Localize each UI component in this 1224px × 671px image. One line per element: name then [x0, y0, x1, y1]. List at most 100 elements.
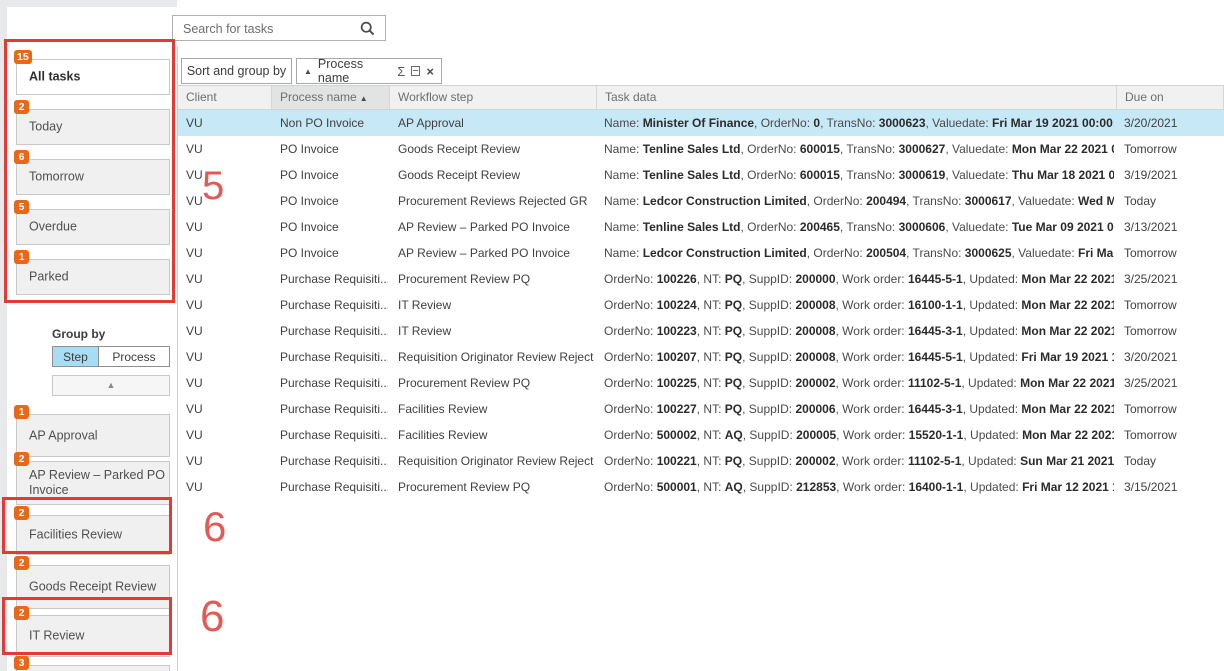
- cell-due-on: Tomorrow: [1124, 136, 1216, 162]
- card-label: AP Review – Parked PO Invoice: [29, 468, 169, 498]
- table-row[interactable]: VUPurchase Requisiti...IT ReviewOrderNo:…: [178, 318, 1224, 344]
- sidebar-step-ap-review-parked-po-invoice[interactable]: 2AP Review – Parked PO Invoice: [16, 461, 170, 505]
- count-badge: 15: [14, 50, 32, 64]
- table-row[interactable]: VUPurchase Requisiti...Procurement Revie…: [178, 474, 1224, 500]
- cell-workflow-step: Procurement Review PQ: [398, 370, 594, 396]
- table-row[interactable]: VUPurchase Requisiti...Facilities Review…: [178, 396, 1224, 422]
- table-row[interactable]: VUPO InvoiceAP Review – Parked PO Invoic…: [178, 214, 1224, 240]
- cell-workflow-step: AP Review – Parked PO Invoice: [398, 240, 594, 266]
- sigma-aggregate-icon[interactable]: Σ: [397, 64, 405, 79]
- window-edge-top: [0, 0, 177, 7]
- table-row[interactable]: VUPO InvoiceGoods Receipt ReviewName: Te…: [178, 136, 1224, 162]
- card-label: All tasks: [29, 70, 80, 85]
- cell-workflow-step: Goods Receipt Review: [398, 162, 594, 188]
- column-header-workflow-step[interactable]: Workflow step: [390, 86, 597, 109]
- cell-task-data: OrderNo: 100225, NT: PQ, SuppID: 200002,…: [604, 370, 1114, 396]
- sidebar-filter-all-tasks[interactable]: 15All tasks: [16, 59, 170, 95]
- card-label: Today: [29, 120, 62, 135]
- column-header-client[interactable]: Client: [178, 86, 272, 109]
- cell-due-on: Tomorrow: [1124, 396, 1216, 422]
- sidebar-step-goods-receipt-review[interactable]: 2Goods Receipt Review: [16, 565, 170, 609]
- sidebar-step-ap-approval[interactable]: 1AP Approval: [16, 414, 170, 457]
- cell-process-name: PO Invoice: [280, 240, 388, 266]
- sidebar: 15All tasks2Today6Tomorrow5Overdue1Parke…: [7, 7, 172, 671]
- card-label: Parked: [29, 270, 69, 285]
- group-by-toggle: Step Process: [52, 346, 170, 367]
- table-row[interactable]: VU PO Invoice AP Review – Parked PO Invoic…: [178, 240, 1224, 266]
- cell-workflow-step: AP Approval: [398, 110, 594, 136]
- cell-task-data: Name: Tenline Sales Ltd, OrderNo: 600015…: [604, 136, 1114, 162]
- toggle-option-process[interactable]: Process: [98, 347, 169, 366]
- cell-client: VU: [186, 292, 270, 318]
- sidebar-filter-parked[interactable]: 1Parked: [16, 259, 170, 295]
- cell-task-data: Name: Ledcor Construction Limited, Order…: [604, 188, 1114, 214]
- table-row[interactable]: VU Purchase Requisiti... Requisition Origi…: [178, 448, 1224, 474]
- cell-client: VU: [186, 370, 270, 396]
- sidebar-step-partial[interactable]: 3: [16, 665, 170, 671]
- cell-process-name: PO Invoice: [280, 136, 388, 162]
- sidebar-filter-tomorrow[interactable]: 6Tomorrow: [16, 159, 170, 195]
- cell-workflow-step: IT Review: [398, 292, 594, 318]
- search-input[interactable]: [181, 18, 355, 40]
- cell-task-data: OrderNo: 500002, NT: AQ, SuppID: 200005,…: [604, 422, 1114, 448]
- cell-task-data: OrderNo: 100207, NT: PQ, SuppID: 200008,…: [604, 344, 1114, 370]
- table-row[interactable]: VUPurchase Requisiti...Procurement Revie…: [178, 370, 1224, 396]
- cell-process-name: Purchase Requisiti...: [280, 448, 388, 474]
- column-header-due-on[interactable]: Due on: [1117, 86, 1224, 109]
- cell-process-name: Purchase Requisiti...: [280, 292, 388, 318]
- cell-due-on: Tomorrow: [1124, 318, 1216, 344]
- table-row[interactable]: VUPurchase Requisiti...Facilities Review…: [178, 422, 1224, 448]
- cell-process-name: Purchase Requisiti...: [280, 266, 388, 292]
- cell-task-data: Name: Tenline Sales Ltd, OrderNo: 600015…: [604, 162, 1114, 188]
- count-badge: 2: [14, 506, 29, 520]
- card-label: Facilities Review: [29, 528, 122, 543]
- cell-due-on: Tomorrow: [1124, 292, 1216, 318]
- chevron-up-icon: ▲: [107, 380, 116, 390]
- table-row[interactable]: VUPurchase Requisiti...Requisition Origi…: [178, 344, 1224, 370]
- sort-and-group-button[interactable]: Sort and group by: [181, 58, 292, 84]
- cell-due-on: Tomorrow: [1124, 422, 1216, 448]
- cell-workflow-step: Requisition Originator Review Rejecti...: [398, 448, 594, 474]
- table-header: ClientProcess name▲Workflow stepTask dat…: [178, 85, 1224, 110]
- remove-sort-icon[interactable]: ×: [426, 64, 434, 79]
- process-name-sort-chip[interactable]: ▲ Process name Σ ×: [296, 58, 442, 84]
- sidebar-step-facilities-review[interactable]: 2Facilities Review: [16, 515, 170, 555]
- sidebar-filter-overdue[interactable]: 5Overdue: [16, 209, 170, 245]
- cell-workflow-step: Facilities Review: [398, 396, 594, 422]
- cell-task-data: OrderNo: 100221, NT: PQ, SuppID: 200002,…: [604, 448, 1114, 474]
- cell-process-name: Non PO Invoice: [280, 110, 388, 136]
- cell-task-data: OrderNo: 100224, NT: PQ, SuppID: 200008,…: [604, 292, 1114, 318]
- count-badge: 6: [14, 150, 29, 164]
- cell-process-name: Purchase Requisiti...: [280, 396, 388, 422]
- card-label: Goods Receipt Review: [29, 580, 156, 595]
- tasks-window: 15All tasks2Today6Tomorrow5Overdue1Parke…: [0, 0, 1224, 671]
- search-icon[interactable]: [360, 21, 375, 36]
- annotation-number: 6: [203, 503, 226, 551]
- cell-due-on: 3/13/2021: [1124, 214, 1216, 240]
- table-body: VUNon PO InvoiceAP ApprovalName: Ministe…: [178, 110, 1224, 500]
- cell-due-on: 3/25/2021: [1124, 370, 1216, 396]
- cell-workflow-step: IT Review: [398, 318, 594, 344]
- collapse-panel-button[interactable]: ▲: [52, 375, 170, 396]
- cell-workflow-step: Facilities Review: [398, 422, 594, 448]
- sidebar-filter-today[interactable]: 2Today: [16, 109, 170, 145]
- cell-task-data: OrderNo: 500001, NT: AQ, SuppID: 212853,…: [604, 474, 1114, 500]
- toggle-option-step[interactable]: Step: [53, 347, 98, 366]
- cell-client: VU: [186, 422, 270, 448]
- table-row[interactable]: VUPO InvoiceProcurement Reviews Rejected…: [178, 188, 1224, 214]
- table-row[interactable]: VUPO InvoiceGoods Receipt ReviewName: Te…: [178, 162, 1224, 188]
- count-badge: 2: [14, 452, 29, 466]
- table-row[interactable]: VUNon PO InvoiceAP ApprovalName: Ministe…: [178, 110, 1224, 136]
- count-badge: 2: [14, 556, 29, 570]
- table-row[interactable]: VU Purchase Requisiti... IT Review OrderNo:…: [178, 292, 1224, 318]
- cell-task-data: OrderNo: 100227, NT: PQ, SuppID: 200006,…: [604, 396, 1114, 422]
- sidebar-step-it-review[interactable]: 2IT Review: [16, 615, 170, 657]
- column-header-task-data[interactable]: Task data: [597, 86, 1117, 109]
- cell-client: VU: [186, 240, 270, 266]
- table-row[interactable]: VUPurchase Requisiti...Procurement Revie…: [178, 266, 1224, 292]
- minimize-column-icon[interactable]: [411, 66, 420, 76]
- sort-ascending-icon: ▲: [360, 94, 368, 103]
- column-header-process-name[interactable]: Process name▲: [272, 86, 390, 109]
- cell-client: VU: [186, 448, 270, 474]
- group-by-label: Group by: [52, 327, 105, 341]
